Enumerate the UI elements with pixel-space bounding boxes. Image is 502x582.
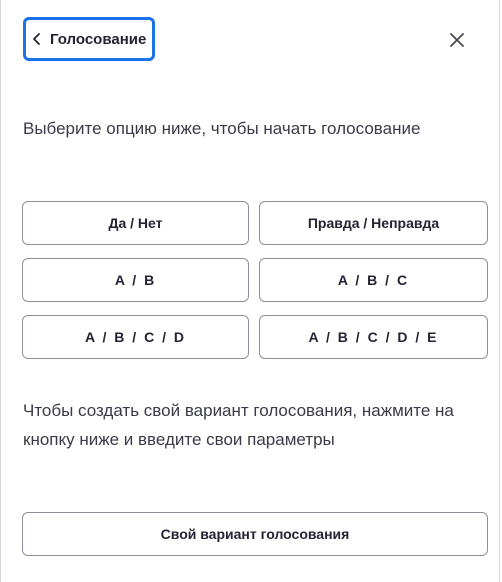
option-yes-no-button[interactable]: Да / Нет bbox=[22, 201, 249, 245]
custom-option-button[interactable]: Свой вариант голосования bbox=[22, 512, 488, 556]
option-a-b-button[interactable]: A / B bbox=[22, 258, 249, 302]
intro-text: Выберите опцию ниже, чтобы начать голосо… bbox=[23, 119, 421, 138]
panel-title: Голосование bbox=[50, 30, 147, 48]
back-button[interactable]: Голосование bbox=[23, 17, 156, 61]
option-a-b-c-d-button[interactable]: A / B / C / D bbox=[22, 315, 249, 359]
option-a-b-c-d-e-button[interactable]: A / B / C / D / E bbox=[259, 315, 488, 359]
option-true-false-button[interactable]: Правда / Неправда bbox=[259, 201, 488, 245]
voting-panel: Голосование Выберите опцию ниже, чтобы н… bbox=[0, 0, 500, 582]
chevron-left-icon bbox=[33, 33, 40, 45]
custom-option-description: Чтобы создать свой вариант голосования, … bbox=[23, 401, 454, 449]
close-icon[interactable] bbox=[447, 30, 467, 50]
option-a-b-c-button[interactable]: A / B / C bbox=[259, 258, 488, 302]
